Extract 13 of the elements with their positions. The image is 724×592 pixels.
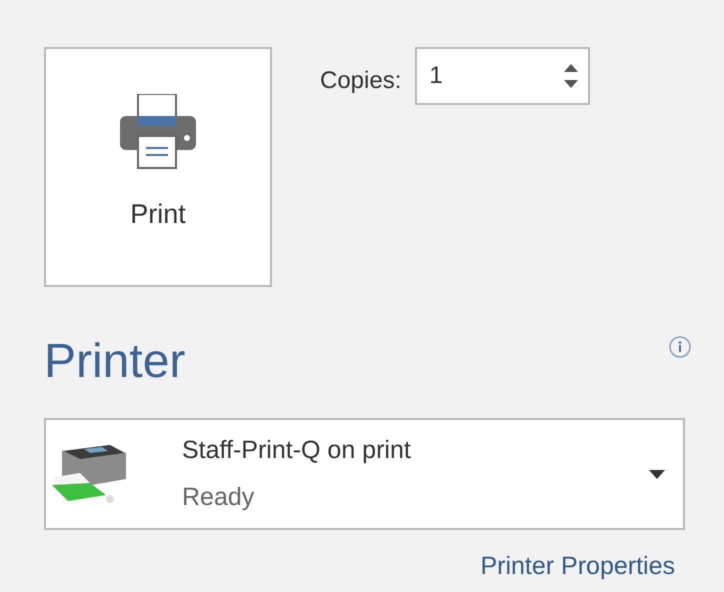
printer-heading: Printer	[44, 334, 186, 390]
up-arrow-icon[interactable]	[564, 64, 578, 72]
printer-status: Ready	[182, 482, 256, 513]
caret-icon	[649, 470, 665, 478]
down-arrow-icon[interactable]	[564, 80, 578, 88]
info-icon[interactable]	[668, 335, 692, 359]
print-button[interactable]: Print	[44, 47, 272, 287]
printer-properties-link[interactable]: Printer Properties	[480, 548, 675, 586]
printer-icon	[118, 94, 198, 170]
copies-label: Copies:	[320, 66, 402, 96]
copies-spinner[interactable]: 1	[415, 47, 590, 105]
printer-dropdown[interactable]: Staff-Print-Q on print Ready	[44, 418, 685, 530]
printer-name: Staff-Print-Q on print	[182, 434, 412, 466]
